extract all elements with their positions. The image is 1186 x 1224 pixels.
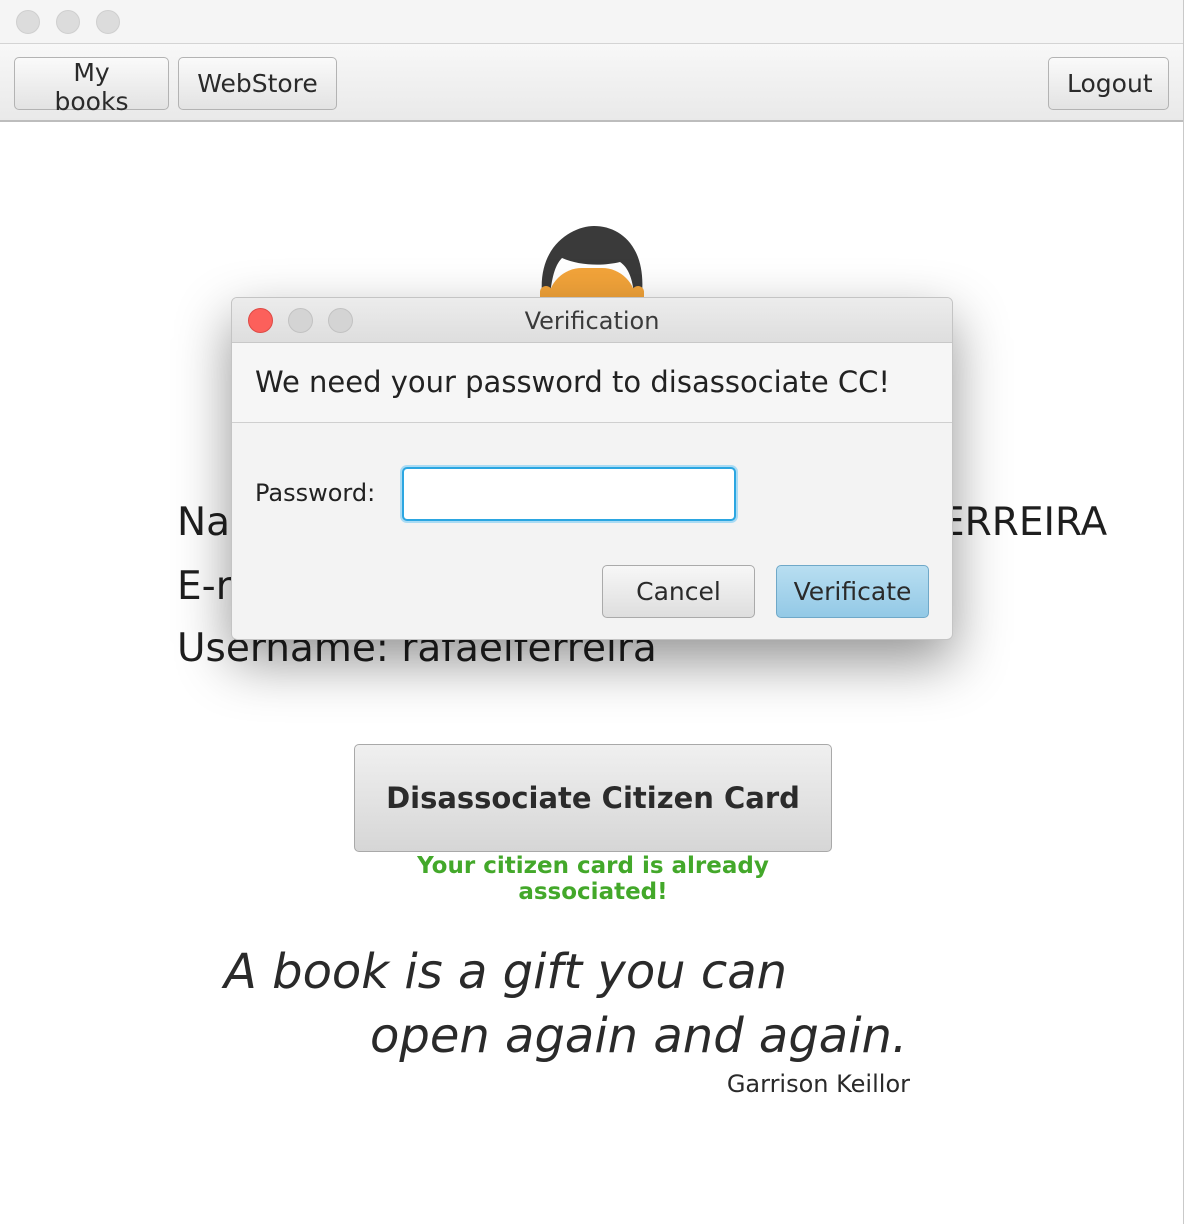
- profile-name-label: Na: [177, 500, 231, 545]
- my-books-button[interactable]: My books: [14, 57, 169, 116]
- password-input[interactable]: [402, 467, 736, 521]
- cancel-button[interactable]: Cancel: [602, 565, 755, 618]
- dialog-message: We need your password to disassociate CC…: [255, 365, 891, 399]
- dialog-header: We need your password to disassociate CC…: [232, 343, 952, 423]
- citizen-card-status: Your citizen card is already associated!: [417, 853, 769, 905]
- close-window-icon[interactable]: [16, 10, 40, 34]
- verificate-button[interactable]: Verificate: [776, 565, 929, 618]
- logout-button[interactable]: Logout: [1048, 57, 1169, 110]
- minimize-window-icon[interactable]: [56, 10, 80, 34]
- verification-dialog: Verification We need your password to di…: [231, 297, 953, 640]
- webstore-button[interactable]: WebStore: [178, 57, 337, 110]
- quote-line-1: A book is a gift you can: [224, 944, 788, 1000]
- toolbar: My books WebStore Logout: [0, 44, 1183, 122]
- disassociate-citizen-card-button[interactable]: Disassociate Citizen Card: [354, 744, 832, 852]
- main-window: My books WebStore Logout Na ERREIRA E-r …: [0, 0, 1184, 1224]
- dialog-title: Verification: [524, 307, 660, 335]
- zoom-window-icon[interactable]: [96, 10, 120, 34]
- quote-author: Garrison Keillor: [726, 1070, 910, 1098]
- profile-email-label: E-r: [177, 564, 232, 609]
- quote-line-2: open again and again.: [370, 1008, 908, 1064]
- window-titlebar: [0, 0, 1183, 44]
- password-label: Password:: [255, 479, 376, 507]
- profile-name-value: ERREIRA: [940, 500, 1108, 545]
- dialog-titlebar: Verification: [232, 298, 952, 343]
